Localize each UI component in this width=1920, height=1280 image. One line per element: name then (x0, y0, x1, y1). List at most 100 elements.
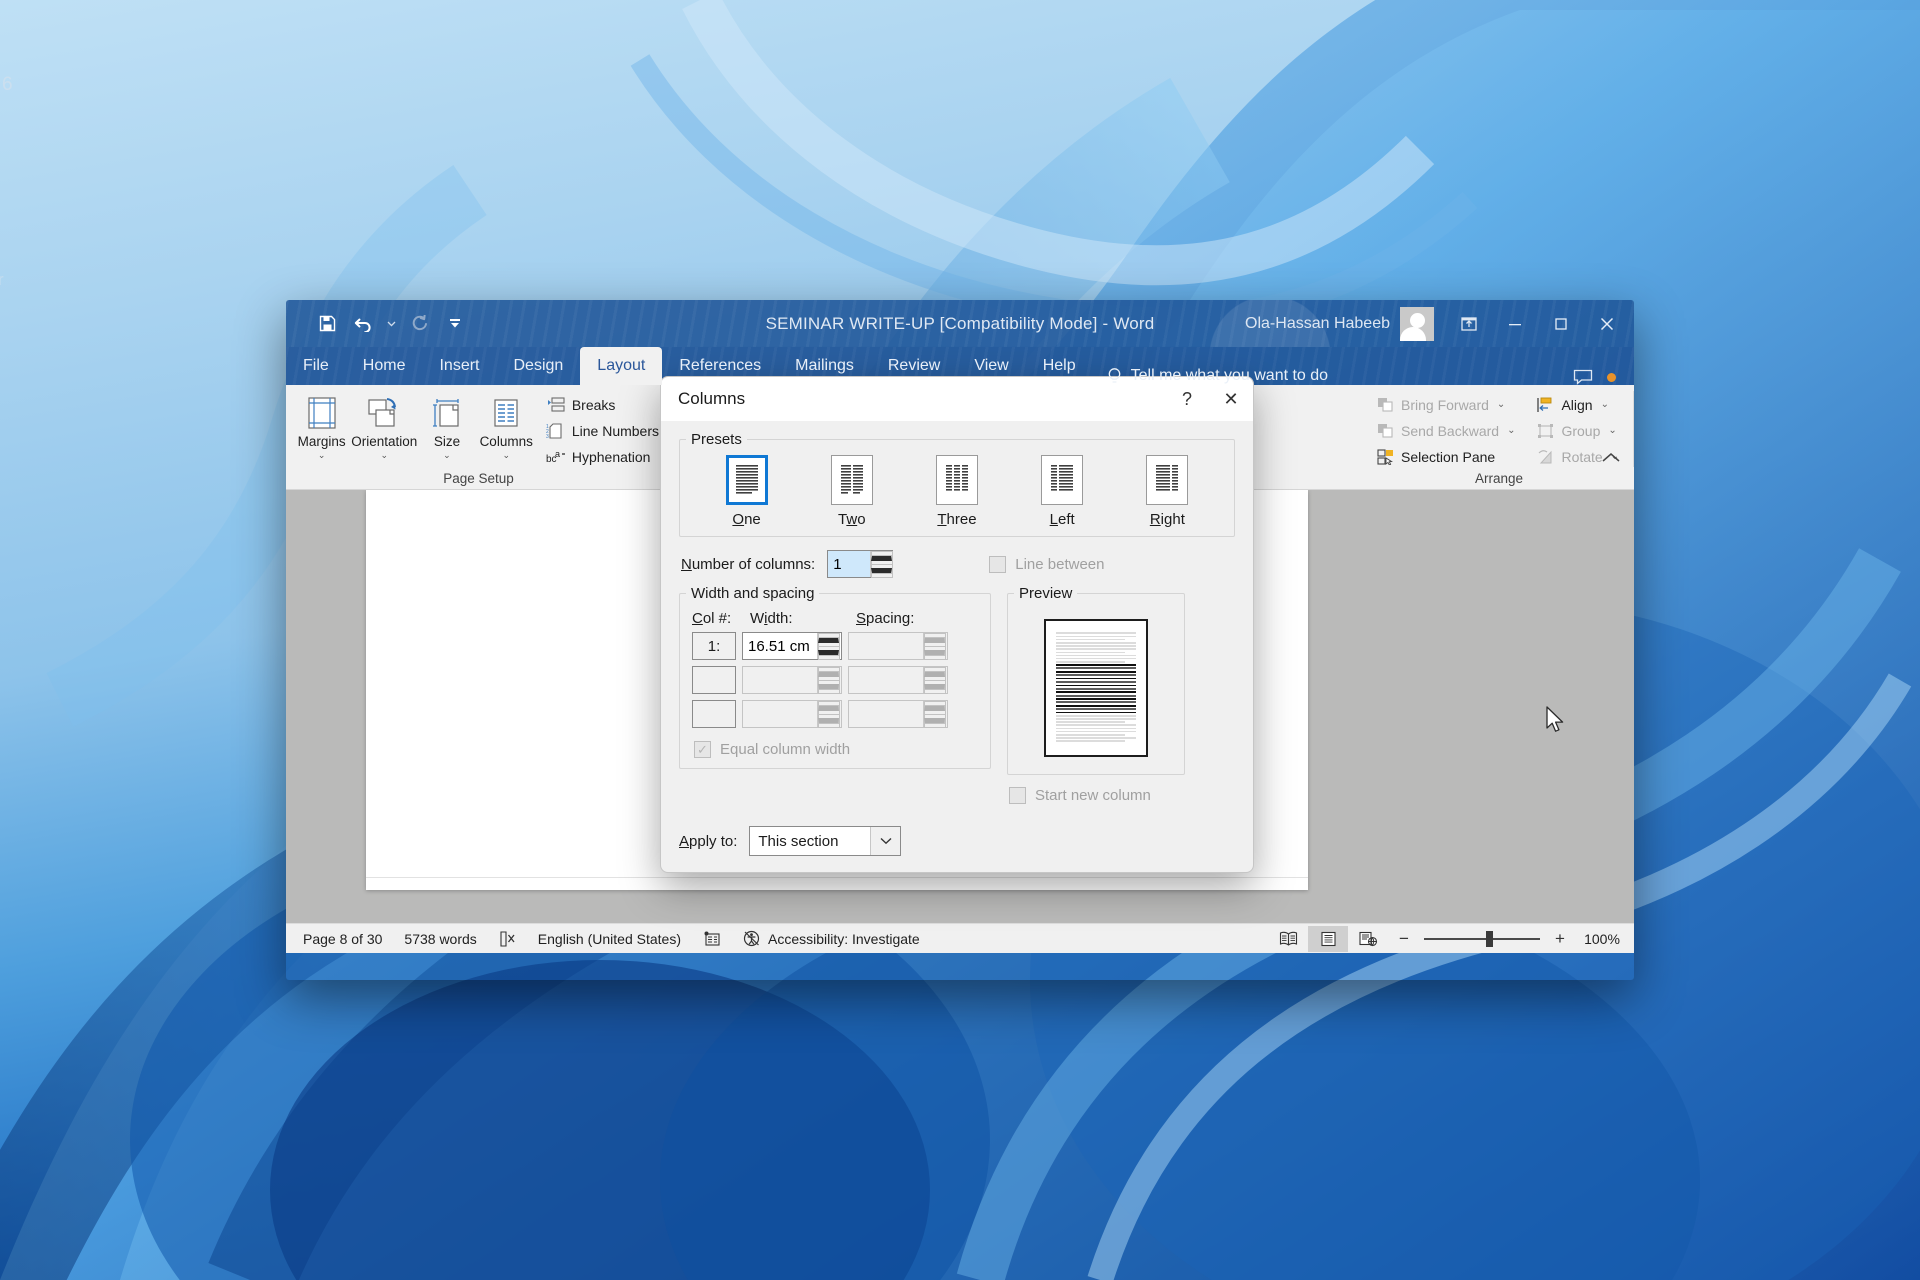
account-name[interactable]: Ola-Hassan Habeeb (1245, 315, 1390, 333)
customize-quick-access-toolbar-icon[interactable] (438, 308, 472, 340)
chevron-down-icon[interactable] (870, 827, 901, 855)
tab-file[interactable]: File (286, 347, 346, 385)
maximize-icon[interactable] (1538, 300, 1584, 347)
width-increment-1[interactable] (817, 632, 840, 647)
undo-icon[interactable] (346, 308, 380, 340)
tab-design[interactable]: Design (496, 347, 580, 385)
equal-column-width-checkbox[interactable]: ✓ (694, 741, 711, 758)
tab-insert[interactable]: Insert (422, 347, 496, 385)
send-backward-button[interactable]: Send Backward ⌄ (1371, 418, 1521, 443)
apply-to-select[interactable]: This section (749, 826, 902, 856)
undo-dropdown-chevron-down-icon[interactable] (382, 308, 400, 340)
zoom-in-button[interactable]: + (1550, 929, 1570, 949)
preview-group: Preview (1007, 585, 1185, 775)
breaks-button[interactable]: Breaks (540, 392, 665, 417)
comments-icon[interactable] (1573, 369, 1593, 385)
preset-two[interactable]: Two (830, 454, 873, 528)
tab-references[interactable]: References (662, 347, 778, 385)
preset-one[interactable]: One (725, 454, 768, 528)
status-language[interactable]: English (United States) (527, 926, 692, 952)
tab-layout[interactable]: Layout (580, 347, 663, 385)
tab-review[interactable]: Review (871, 347, 957, 385)
selection-pane-button[interactable]: Selection Pane (1371, 444, 1521, 469)
save-icon[interactable] (310, 308, 344, 340)
spacing-increment-1 (923, 632, 946, 647)
preset-left[interactable]: Left (1041, 454, 1084, 528)
page-setup-group-label: Page Setup (443, 471, 514, 486)
collapse-ribbon-chevron-up-icon[interactable] (1602, 450, 1620, 467)
group-icon (1538, 423, 1554, 438)
width-stepper-1[interactable] (742, 632, 842, 660)
tab-mailings[interactable]: Mailings (778, 347, 871, 385)
number-of-columns-increment[interactable] (870, 550, 893, 565)
equal-column-width-row[interactable]: ✓ Equal column width (680, 731, 990, 768)
zoom-out-button[interactable]: − (1394, 929, 1414, 949)
start-new-column-checkbox[interactable] (1009, 787, 1026, 804)
avatar[interactable] (1400, 306, 1434, 341)
size-button[interactable]: Size ⌄ (417, 389, 476, 460)
zoom-thumb[interactable] (1486, 930, 1493, 947)
tab-home[interactable]: Home (346, 347, 423, 385)
svg-text:3: 3 (546, 434, 549, 440)
zoom-slider[interactable]: − + (1394, 929, 1570, 949)
number-of-columns-input[interactable] (828, 551, 871, 577)
orientation-button[interactable]: Orientation ⌄ (351, 389, 417, 460)
chevron-down-icon[interactable]: ⌄ (443, 450, 451, 460)
chevron-down-icon[interactable]: ⌄ (1497, 399, 1505, 410)
chevron-down-icon[interactable]: ⌄ (381, 450, 389, 460)
print-layout-icon[interactable] (1308, 925, 1348, 952)
preset-right[interactable]: Right (1146, 454, 1189, 528)
width-decrement-1[interactable] (817, 645, 840, 660)
ribbon-display-options-icon[interactable] (1446, 300, 1492, 347)
read-mode-icon[interactable] (1268, 926, 1308, 952)
number-of-columns-decrement[interactable] (870, 563, 893, 578)
hyphenation-label: Hyphenation (571, 448, 651, 465)
number-of-columns-stepper[interactable] (827, 550, 894, 578)
proofing-errors-icon[interactable] (488, 926, 527, 952)
chevron-down-icon[interactable]: ⌄ (1601, 399, 1609, 410)
chevron-down-icon[interactable]: ⌄ (502, 450, 510, 460)
bring-forward-button[interactable]: Bring Forward ⌄ (1371, 392, 1521, 417)
start-new-column-label: Start new column (1035, 787, 1151, 804)
status-page-indicator[interactable]: Page 8 of 30 (292, 926, 393, 952)
group-button[interactable]: Group ⌄ (1531, 418, 1625, 443)
line-numbers-icon: 123 (546, 422, 562, 440)
spacing-input-2 (849, 667, 923, 693)
align-icon (1537, 397, 1552, 412)
preview-legend: Preview (1019, 585, 1073, 602)
presets-legend: Presets (691, 431, 742, 448)
preset-three[interactable]: Three (935, 454, 978, 528)
tell-me-box[interactable]: Tell me what you want to do (1107, 367, 1328, 385)
spacing-decrement-1 (923, 645, 946, 660)
line-numbers-button[interactable]: 123 Line Numbers (540, 418, 665, 443)
hyphenation-button[interactable]: bc a Hyphenation (540, 444, 665, 469)
width-spacing-row (680, 697, 990, 731)
chevron-down-icon[interactable]: ⌄ (318, 450, 326, 460)
line-between-row[interactable]: Line between (989, 555, 1104, 573)
spacing-stepper-2 (848, 666, 948, 694)
align-button[interactable]: Align ⌄ (1531, 392, 1625, 417)
width-spin-buttons-1[interactable] (817, 632, 840, 660)
desktop-corner-glyph: 6 (2, 74, 13, 95)
tab-view[interactable]: View (957, 347, 1025, 385)
number-of-columns-spin-buttons[interactable] (870, 550, 893, 578)
web-layout-icon[interactable] (1348, 926, 1388, 952)
tab-help[interactable]: Help (1026, 347, 1093, 385)
columns-button[interactable]: Columns ⌄ (477, 389, 536, 460)
chevron-down-icon[interactable]: ⌄ (1608, 425, 1616, 436)
macro-recording-icon[interactable] (692, 926, 732, 952)
close-icon[interactable] (1584, 300, 1630, 347)
tab-strip-right (1573, 369, 1634, 385)
width-spacing-headers: Col #: Width: Spacing: (680, 602, 990, 629)
minimize-icon[interactable] (1492, 300, 1538, 347)
start-new-column-row[interactable]: Start new column (1007, 775, 1185, 814)
chevron-down-icon[interactable]: ⌄ (1507, 425, 1515, 436)
zoom-level-label[interactable]: 100% (1576, 931, 1628, 947)
accessibility-status[interactable]: Accessibility: Investigate (732, 926, 931, 952)
zoom-track[interactable] (1424, 930, 1540, 947)
ribbon-tab-strip: File Home Insert Design Layout Reference… (286, 347, 1634, 385)
status-word-count[interactable]: 5738 words (393, 926, 487, 952)
line-between-checkbox[interactable] (989, 555, 1007, 573)
width-input-1[interactable] (743, 633, 817, 659)
margins-button[interactable]: Margins ⌄ (292, 389, 351, 460)
